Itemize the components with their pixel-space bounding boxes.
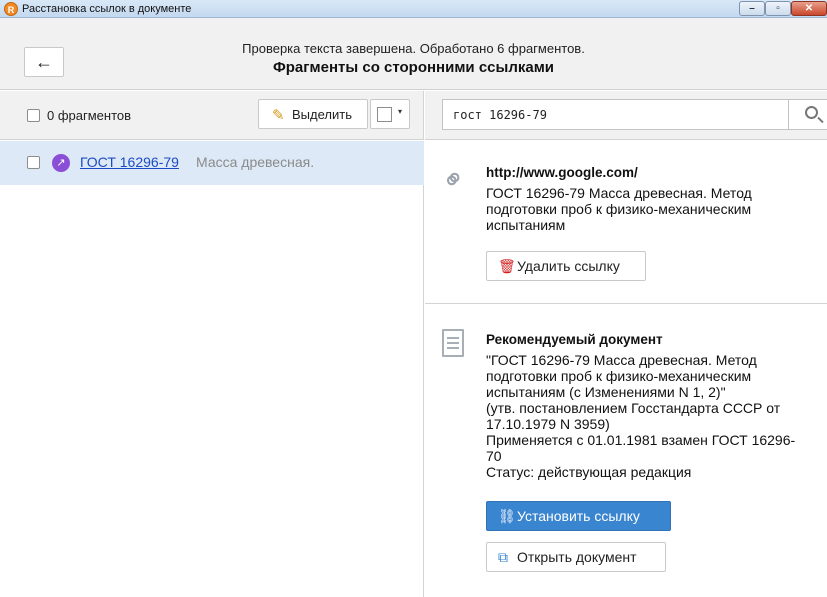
recommended-line-3: Применяется с 01.01.1981 взамен ГОСТ 162… bbox=[486, 432, 796, 464]
app-logo-icon: R bbox=[4, 2, 18, 16]
external-link-icon: ⧉ bbox=[498, 549, 508, 565]
recommended-line-2: (утв. постановлением Госстандарта СССР о… bbox=[486, 400, 781, 432]
fragment-text: Масса древесная. bbox=[196, 154, 315, 170]
select-button-label: Выделить bbox=[292, 107, 352, 122]
close-button[interactable]: ✕ bbox=[791, 1, 827, 16]
link-description: ГОСТ 16296-79 Масса древесная. Метод под… bbox=[486, 185, 752, 233]
select-mode-dropdown[interactable]: ▾ bbox=[370, 99, 410, 129]
fragments-count-label: 0 фрагментов bbox=[47, 108, 132, 123]
minimize-button[interactable]: – bbox=[739, 1, 765, 16]
delete-link-button[interactable]: 🗑 Удалить ссылку bbox=[486, 251, 646, 281]
open-document-label: Открыть документ bbox=[517, 549, 637, 565]
page-title: Фрагменты со сторонними ссылками bbox=[272, 59, 555, 76]
link-icon: ⚭ bbox=[434, 160, 473, 199]
minimize-icon: – bbox=[749, 3, 755, 14]
checkbox-icon bbox=[377, 107, 392, 122]
list-item[interactable]: ↗ ГОСТ 16296-79 Масса древесная. bbox=[0, 141, 424, 185]
maximize-icon: ▫ bbox=[776, 3, 780, 14]
trash-icon: 🗑 bbox=[498, 258, 516, 274]
window-title: Расстановка ссылок в документе bbox=[22, 3, 192, 15]
search-icon bbox=[805, 106, 818, 119]
search-box bbox=[442, 99, 827, 130]
open-document-button[interactable]: ⧉ Открыть документ bbox=[486, 542, 666, 572]
status-text: Проверка текста завершена. Обработано 6 … bbox=[242, 41, 585, 56]
recommended-title: Рекомендуемый документ bbox=[486, 332, 663, 347]
search-input[interactable] bbox=[443, 100, 788, 129]
fragment-list: ↗ ГОСТ 16296-79 Масса древесная. bbox=[0, 141, 424, 597]
document-icon bbox=[442, 329, 464, 357]
fragment-checkbox[interactable] bbox=[27, 156, 40, 169]
current-link-card: ⚭ http://www.google.com/ ГОСТ 16296-79 М… bbox=[425, 141, 827, 304]
fragments-toolbar: 0 фрагментов ✎ Выделить ▾ bbox=[0, 91, 424, 140]
link-url: http://www.google.com/ bbox=[486, 165, 638, 180]
set-link-button[interactable]: ⛓ Установить ссылку bbox=[486, 501, 671, 531]
link-icon: ⛓ bbox=[498, 508, 516, 524]
header: ← Проверка текста завершена. Обработано … bbox=[0, 18, 827, 90]
external-link-icon: ↗ bbox=[52, 154, 70, 172]
delete-link-label: Удалить ссылку bbox=[517, 258, 620, 274]
chevron-down-icon: ▾ bbox=[398, 107, 403, 116]
select-all-checkbox[interactable] bbox=[27, 109, 40, 122]
search-toolbar bbox=[425, 91, 827, 140]
maximize-button[interactable]: ▫ bbox=[765, 1, 791, 16]
search-button[interactable] bbox=[788, 99, 827, 130]
title-bar: R Расстановка ссылок в документе – ▫ ✕ bbox=[0, 0, 827, 18]
set-link-label: Установить ссылку bbox=[517, 508, 640, 524]
recommended-line-1: "ГОСТ 16296-79 Масса древесная. Метод по… bbox=[486, 352, 757, 400]
pencil-icon: ✎ bbox=[272, 107, 285, 124]
select-button[interactable]: ✎ Выделить bbox=[258, 99, 368, 129]
fragment-link[interactable]: ГОСТ 16296-79 bbox=[80, 154, 179, 170]
recommended-line-4: Статус: действующая редакция bbox=[486, 464, 692, 480]
recommended-document-card: Рекомендуемый документ "ГОСТ 16296-79 Ма… bbox=[425, 305, 827, 597]
close-icon: ✕ bbox=[804, 3, 814, 14]
